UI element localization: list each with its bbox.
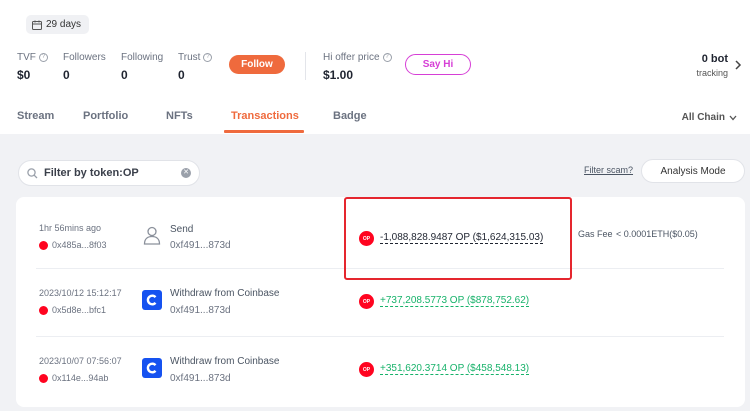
transactions-panel: ✕ Filter scam? Analysis Mode 1hr 56mins … bbox=[0, 134, 750, 411]
tx-time: 2023/10/07 07:56:07 bbox=[39, 356, 122, 366]
hi-offer-price: Hi offer price? $1.00 bbox=[323, 52, 392, 82]
gas-fee-value: < 0.0001ETH($0.05) bbox=[616, 229, 698, 239]
transaction-row[interactable]: 2023/10/07 07:56:07 0x114e...94ab Withdr… bbox=[16, 336, 745, 406]
stat-value: 0 bbox=[63, 68, 70, 82]
clear-icon[interactable]: ✕ bbox=[181, 168, 191, 178]
tx-hash-text: 0x5d8e...bfc1 bbox=[52, 305, 107, 315]
op-chain-icon bbox=[39, 373, 48, 383]
help-icon[interactable]: ? bbox=[203, 53, 213, 62]
tx-time: 2023/10/12 15:12:17 bbox=[39, 288, 122, 298]
chain-select[interactable]: All Chain bbox=[682, 112, 737, 123]
filter-scam-link[interactable]: Filter scam? bbox=[584, 165, 633, 175]
tx-type: Withdraw from Coinbase bbox=[170, 356, 280, 367]
op-chain-icon bbox=[39, 240, 48, 250]
say-hi-button[interactable]: Say Hi bbox=[405, 54, 471, 75]
stat-label: Followers bbox=[63, 52, 106, 63]
follow-button[interactable]: Follow bbox=[229, 55, 285, 74]
days-label: 29 days bbox=[46, 19, 82, 30]
tx-address[interactable]: 0xf491...873d bbox=[170, 305, 231, 316]
stat-label: TVF bbox=[17, 52, 36, 63]
op-token-icon: OP bbox=[359, 362, 374, 377]
coinbase-icon bbox=[142, 358, 162, 378]
transaction-list: 1hr 56mins ago 0x485a...8f03 Send 0xf491… bbox=[16, 197, 745, 407]
bot-tracking-label: tracking bbox=[696, 68, 728, 78]
tx-hash[interactable]: 0x114e...94ab bbox=[39, 373, 108, 383]
tx-address[interactable]: 0xf491...873d bbox=[170, 373, 231, 384]
tab-bar: Stream Portfolio NFTs Transactions Badge… bbox=[0, 104, 750, 134]
help-icon[interactable]: ? bbox=[382, 53, 392, 62]
transaction-row[interactable]: 2023/10/12 15:12:17 0x5d8e...bfc1 Withdr… bbox=[16, 268, 745, 338]
bot-count: 0 bot bbox=[701, 53, 728, 65]
analysis-mode-button[interactable]: Analysis Mode bbox=[641, 159, 745, 183]
stat-tvf: TVF? $0 bbox=[17, 52, 48, 82]
tx-amount[interactable]: -1,088,828.9487 OP ($1,624,315.03) bbox=[380, 232, 544, 244]
gas-fee-label: Gas Fee bbox=[578, 229, 613, 239]
coinbase-icon bbox=[142, 290, 162, 310]
active-tab-indicator bbox=[224, 130, 304, 133]
help-icon[interactable]: ? bbox=[38, 53, 48, 62]
tx-address[interactable]: 0xf491...873d bbox=[170, 240, 231, 251]
tx-hash-text: 0x114e...94ab bbox=[52, 373, 109, 383]
tx-hash[interactable]: 0x485a...8f03 bbox=[39, 240, 107, 250]
divider bbox=[305, 52, 306, 80]
search-icon bbox=[27, 167, 38, 178]
chain-select-label: All Chain bbox=[681, 112, 725, 123]
op-chain-icon bbox=[39, 305, 48, 315]
stat-value: 0 bbox=[121, 68, 128, 82]
tx-amount[interactable]: +737,208.5773 OP ($878,752.62) bbox=[380, 295, 530, 307]
user-icon bbox=[143, 226, 161, 245]
hi-offer-value: $1.00 bbox=[323, 68, 354, 82]
stat-following[interactable]: Following 0 bbox=[121, 52, 163, 82]
chevron-right-icon[interactable] bbox=[734, 60, 742, 70]
stat-value: 0 bbox=[178, 68, 185, 82]
tab-stream[interactable]: Stream bbox=[17, 110, 54, 122]
stat-label: Following bbox=[121, 52, 164, 63]
token-filter[interactable]: ✕ bbox=[18, 160, 200, 186]
stat-followers[interactable]: Followers 0 bbox=[63, 52, 106, 82]
tx-type: Send bbox=[170, 224, 194, 235]
op-token-icon: OP bbox=[359, 294, 374, 309]
tab-portfolio[interactable]: Portfolio bbox=[83, 110, 128, 122]
bot-tracking[interactable]: 0 bot tracking bbox=[696, 53, 728, 78]
chevron-down-icon bbox=[729, 115, 737, 120]
stat-value: $0 bbox=[17, 68, 31, 82]
tx-hash[interactable]: 0x5d8e...bfc1 bbox=[39, 305, 106, 315]
account-age-badge: 29 days bbox=[26, 15, 90, 34]
calendar-icon bbox=[32, 20, 42, 30]
tx-time: 1hr 56mins ago bbox=[39, 223, 102, 233]
op-token-icon: OP bbox=[359, 231, 374, 246]
tx-type: Withdraw from Coinbase bbox=[170, 288, 280, 299]
hi-offer-label: Hi offer price bbox=[323, 52, 380, 63]
tab-nfts[interactable]: NFTs bbox=[166, 110, 193, 122]
tab-transactions[interactable]: Transactions bbox=[231, 110, 299, 122]
tx-hash-text: 0x485a...8f03 bbox=[52, 240, 107, 250]
stat-label: Trust bbox=[178, 52, 201, 63]
transaction-row[interactable]: 1hr 56mins ago 0x485a...8f03 Send 0xf491… bbox=[16, 197, 745, 267]
tab-badge[interactable]: Badge bbox=[333, 110, 367, 122]
search-input[interactable] bbox=[44, 167, 164, 179]
tx-amount[interactable]: +351,620.3714 OP ($458,548.13) bbox=[380, 363, 530, 375]
stat-trust: Trust? 0 bbox=[178, 52, 213, 82]
